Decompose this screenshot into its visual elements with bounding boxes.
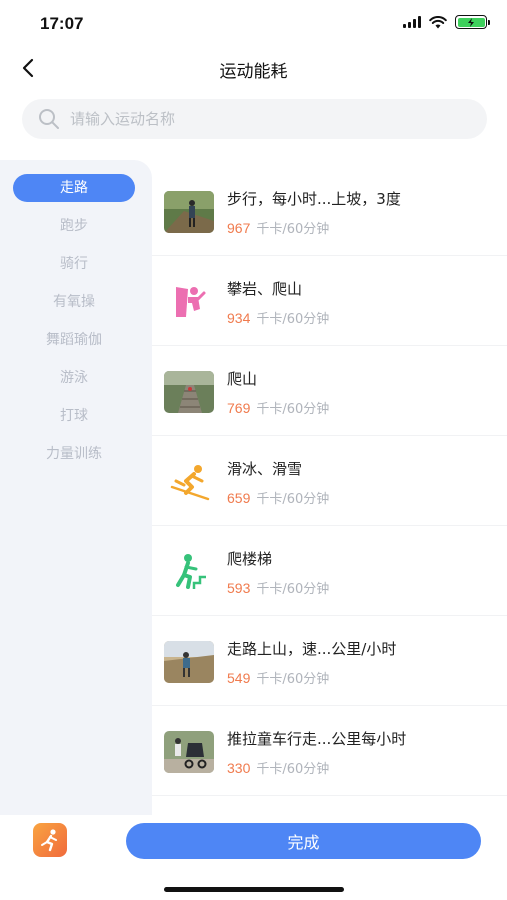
mountain-stairs-photo <box>164 371 214 413</box>
list-item[interactable]: 攀岩、爬山 934 千卡/60分钟 <box>152 256 507 346</box>
skiing-icon <box>164 461 214 503</box>
battery-icon <box>455 15 490 29</box>
wifi-icon <box>429 15 447 28</box>
done-button[interactable]: 完成 <box>126 823 481 859</box>
calorie-unit: 千卡/60分钟 <box>256 492 330 507</box>
search-icon <box>39 109 59 129</box>
calorie-unit: 千卡/60分钟 <box>256 402 330 417</box>
category-aerobics[interactable]: 有氧操 <box>13 288 135 316</box>
activity-calories: 659 千卡/60分钟 <box>227 488 329 507</box>
status-icons <box>403 15 490 29</box>
activity-calories: 330 千卡/60分钟 <box>227 758 329 777</box>
list-item[interactable]: 步行，每小时...上坡，3度 967 千卡/60分钟 <box>152 166 507 256</box>
signal-icon <box>403 16 421 28</box>
activity-name: 滑冰、滑雪 <box>227 460 303 478</box>
page-title: 运动能耗 <box>219 62 288 82</box>
hiking-photo <box>164 191 214 233</box>
search-bar[interactable] <box>22 99 487 139</box>
activity-name: 走路上山，速...公里/小时 <box>227 640 397 658</box>
calorie-value: 593 <box>227 580 251 596</box>
stroller-photo <box>164 731 214 773</box>
calorie-value: 934 <box>227 310 251 326</box>
calorie-unit: 千卡/60分钟 <box>256 312 330 327</box>
activity-name: 步行，每小时...上坡，3度 <box>227 190 401 208</box>
activity-calories: 967 千卡/60分钟 <box>227 218 329 237</box>
category-cycling[interactable]: 骑行 <box>13 250 135 278</box>
status-time: 17:07 <box>40 14 84 33</box>
exercise-log-button[interactable] <box>33 823 67 857</box>
category-walking[interactable]: 走路 <box>13 174 135 202</box>
calorie-value: 659 <box>227 490 251 506</box>
category-strength-training[interactable]: 力量训练 <box>13 440 135 468</box>
category-ball-games[interactable]: 打球 <box>13 402 135 430</box>
search-input[interactable] <box>70 110 450 128</box>
list-item[interactable]: 走路上山，速...公里/小时 549 千卡/60分钟 <box>152 616 507 706</box>
calorie-value: 967 <box>227 220 251 236</box>
activity-calories: 549 千卡/60分钟 <box>227 668 329 687</box>
bottom-bar: 完成 <box>0 815 507 900</box>
category-swimming[interactable]: 游泳 <box>13 364 135 392</box>
activity-name: 攀岩、爬山 <box>227 280 303 298</box>
calorie-value: 769 <box>227 400 251 416</box>
running-person-icon <box>41 829 57 852</box>
activity-name: 推拉童车行走...公里每小时 <box>227 730 407 748</box>
activity-calories: 934 千卡/60分钟 <box>227 308 329 327</box>
uphill-walk-photo <box>164 641 214 683</box>
rock-climbing-icon <box>164 281 214 323</box>
calorie-unit: 千卡/60分钟 <box>256 762 330 777</box>
calorie-value: 549 <box>227 670 251 686</box>
status-bar: 17:07 <box>0 0 507 48</box>
activity-name: 爬山 <box>227 370 258 388</box>
calorie-value: 330 <box>227 760 251 776</box>
home-indicator <box>164 887 344 892</box>
calorie-unit: 千卡/60分钟 <box>256 222 330 237</box>
activity-calories: 769 千卡/60分钟 <box>227 398 329 417</box>
list-item[interactable]: 爬楼梯 593 千卡/60分钟 <box>152 526 507 616</box>
calorie-unit: 千卡/60分钟 <box>256 672 330 687</box>
nav-bar: 运动能耗 <box>0 48 507 88</box>
calorie-unit: 千卡/60分钟 <box>256 582 330 597</box>
activity-name: 爬楼梯 <box>227 550 273 568</box>
list-item[interactable]: 爬山 769 千卡/60分钟 <box>152 346 507 436</box>
category-running[interactable]: 跑步 <box>13 212 135 240</box>
stairs-climbing-icon <box>164 551 214 593</box>
activity-calories: 593 千卡/60分钟 <box>227 578 329 597</box>
category-sidebar: 走路 跑步 骑行 有氧操 舞蹈瑜伽 游泳 打球 力量训练 <box>0 160 152 820</box>
list-item[interactable]: 滑冰、滑雪 659 千卡/60分钟 <box>152 436 507 526</box>
category-dance-yoga[interactable]: 舞蹈瑜伽 <box>13 326 135 354</box>
list-item[interactable]: 推拉童车行走...公里每小时 330 千卡/60分钟 <box>152 706 507 796</box>
